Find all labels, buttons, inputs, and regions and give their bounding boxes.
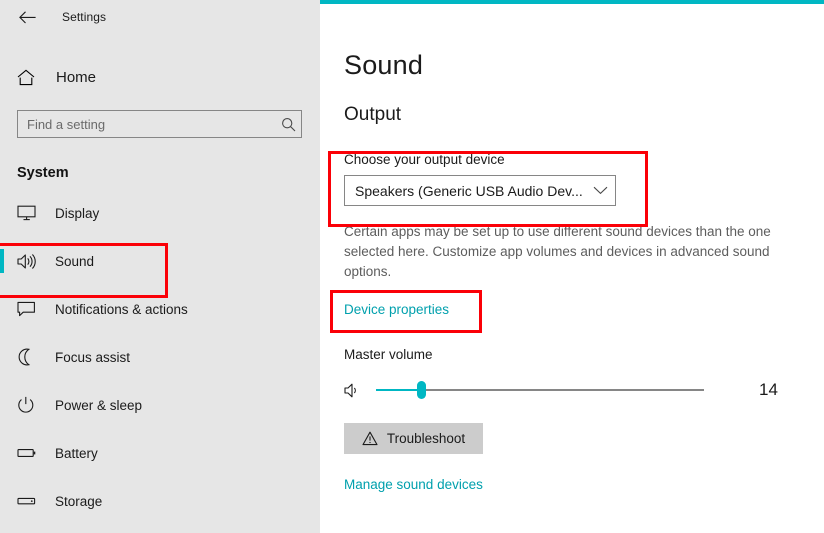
- storage-icon: [17, 495, 41, 507]
- slider-fill: [376, 389, 422, 391]
- master-volume-label: Master volume: [344, 347, 433, 362]
- sidebar-item-focus-assist[interactable]: Focus assist: [0, 341, 320, 373]
- main-content: Sound Output Choose your output device S…: [320, 0, 824, 533]
- selection-accent-bar: [0, 249, 4, 273]
- sidebar-item-sound-label: Sound: [55, 253, 95, 269]
- monitor-icon: [17, 205, 41, 221]
- device-properties-link[interactable]: Device properties: [344, 302, 449, 317]
- title-bar: Settings: [0, 0, 320, 34]
- sidebar-item-home-label: Home: [56, 68, 97, 86]
- back-button[interactable]: [10, 2, 44, 32]
- master-volume-row: 14: [344, 378, 824, 402]
- troubleshoot-label: Troubleshoot: [386, 431, 466, 446]
- sidebar-item-battery-label: Battery: [55, 445, 98, 461]
- window-title: Settings: [62, 10, 107, 24]
- output-device-dropdown[interactable]: Speakers (Generic USB Audio Dev...: [344, 175, 616, 206]
- master-volume-value: 14: [759, 380, 778, 399]
- output-description: Certain apps may be set up to use differ…: [344, 224, 771, 279]
- sidebar-item-storage-label: Storage: [55, 493, 103, 509]
- output-device-value: Speakers (Generic USB Audio Dev...: [355, 182, 583, 199]
- battery-icon: [17, 447, 41, 459]
- output-section-heading: Output: [344, 104, 402, 125]
- sidebar-item-sound[interactable]: Sound: [0, 245, 320, 277]
- back-arrow-icon: [18, 10, 36, 23]
- troubleshoot-button[interactable]: Troubleshoot: [344, 423, 483, 454]
- sidebar-item-focus-assist-label: Focus assist: [55, 349, 131, 365]
- sidebar-item-storage[interactable]: Storage: [0, 485, 320, 517]
- message-icon: [17, 301, 41, 318]
- page-title: Sound: [344, 50, 424, 80]
- search-input[interactable]: [18, 115, 275, 133]
- master-volume-slider[interactable]: [376, 380, 704, 400]
- home-icon: [17, 69, 39, 86]
- sidebar-section-title: System: [17, 165, 69, 181]
- sidebar-item-notifications-label: Notifications & actions: [55, 301, 188, 317]
- sidebar-item-notifications[interactable]: Notifications & actions: [0, 293, 320, 325]
- sidebar-nav-list: Display Sound Notifications & actions Fo…: [0, 197, 320, 517]
- sidebar-item-power-sleep[interactable]: Power & sleep: [0, 389, 320, 421]
- warning-triangle-icon: [362, 431, 378, 446]
- moon-icon: [17, 348, 41, 366]
- sidebar-item-home[interactable]: Home: [0, 62, 320, 92]
- search-icon[interactable]: [275, 117, 301, 132]
- sidebar-item-display[interactable]: Display: [0, 197, 320, 229]
- device-properties-wrapper: Device properties: [344, 301, 449, 319]
- speaker-icon: [344, 382, 370, 399]
- sidebar-item-display-label: Display: [55, 205, 100, 221]
- speaker-icon: [17, 253, 41, 270]
- sidebar: Settings Home System: [0, 0, 320, 533]
- sidebar-item-power-sleep-label: Power & sleep: [55, 397, 143, 413]
- manage-sound-devices-link[interactable]: Manage sound devices: [344, 477, 483, 492]
- sidebar-item-battery[interactable]: Battery: [0, 437, 320, 469]
- output-device-label: Choose your output device: [344, 152, 505, 167]
- power-icon: [17, 396, 41, 414]
- manage-sound-devices-wrapper: Manage sound devices: [344, 476, 824, 494]
- slider-thumb[interactable]: [417, 381, 427, 399]
- search-box[interactable]: [17, 110, 302, 138]
- output-device-group: Choose your output device Speakers (Gene…: [344, 152, 824, 206]
- chevron-down-icon: [585, 186, 615, 195]
